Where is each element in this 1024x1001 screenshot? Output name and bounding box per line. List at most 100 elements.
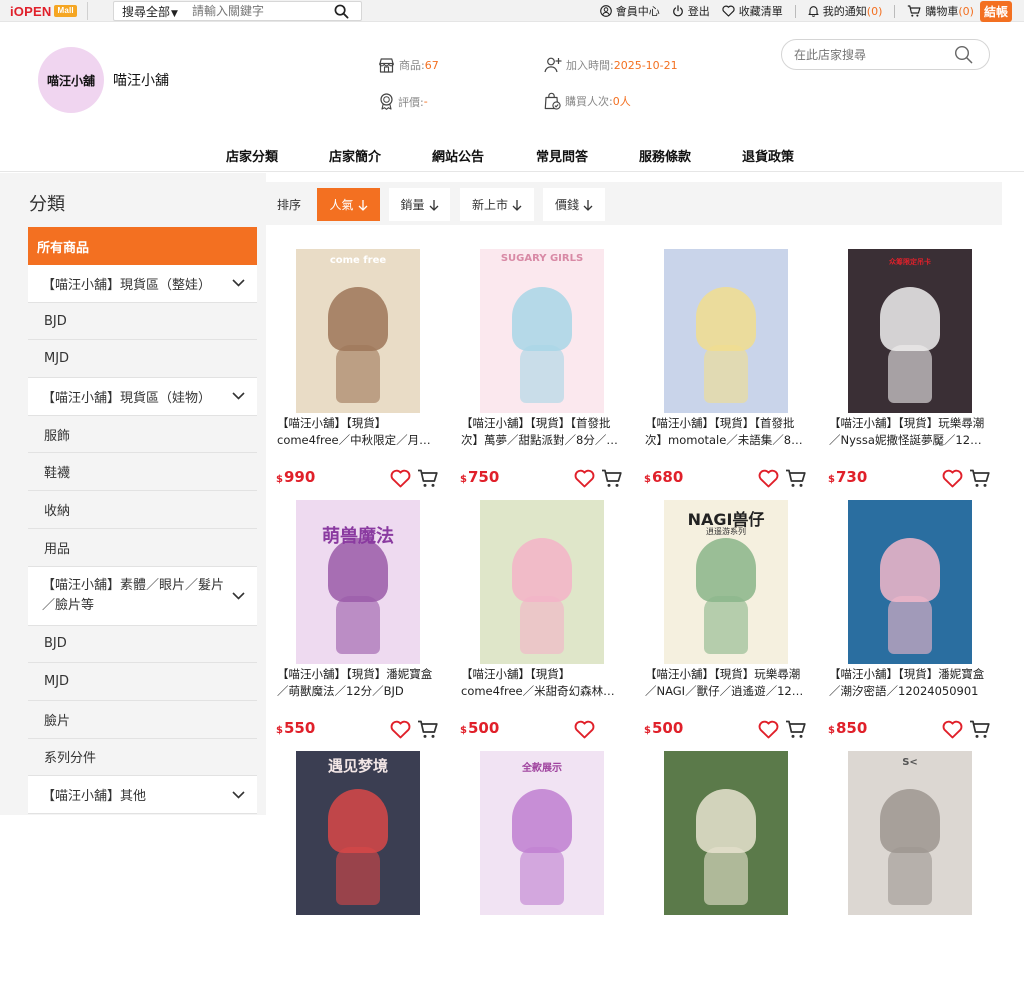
add-to-favorites-button[interactable] bbox=[574, 469, 595, 492]
category-group[interactable]: 【喵汪小舖】現貨區（整娃） bbox=[28, 265, 257, 303]
category-item[interactable]: 服飾 bbox=[28, 415, 257, 454]
checkout-button[interactable]: 結帳 bbox=[979, 0, 1012, 22]
product-card[interactable]: 众筹限定吊卡 【喵汪小舖】【現貨】玩樂尋潮 ／Nyssa妮撒怪誕夢魘／12分… $73… bbox=[828, 249, 992, 499]
notifications-link[interactable]: 我的通知 (0) bbox=[808, 3, 882, 19]
nav-store-categories[interactable]: 店家分類 bbox=[226, 146, 278, 165]
add-to-cart-button[interactable] bbox=[417, 469, 439, 492]
category-all-products[interactable]: 所有商品 bbox=[28, 227, 257, 265]
category-item[interactable]: MJD bbox=[28, 340, 257, 379]
product-image[interactable]: NAGI兽仔 逍遥游系列 bbox=[664, 500, 788, 664]
add-to-favorites-button[interactable] bbox=[758, 720, 779, 743]
add-to-cart-button[interactable] bbox=[969, 720, 991, 743]
search-icon[interactable] bbox=[954, 45, 973, 64]
add-to-favorites-button[interactable] bbox=[758, 469, 779, 492]
category-group[interactable]: 【喵汪小舖】其他 bbox=[28, 776, 257, 814]
product-card[interactable]: come free 【喵汪小舖】【現貨】 come4free／中秋限定／月綿… $99… bbox=[276, 249, 440, 499]
product-title[interactable]: 【喵汪小舖】【現貨】玩樂尋潮 ／Nyssa妮撒怪誕夢魘／12分… bbox=[829, 415, 991, 449]
favorites-link[interactable]: 收藏清單 bbox=[722, 3, 783, 19]
shop-avatar[interactable]: 喵汪小舖 bbox=[38, 47, 104, 113]
product-image-frame[interactable] bbox=[644, 751, 808, 915]
product-card[interactable]: S< bbox=[828, 751, 992, 1001]
category-item[interactable]: 收納 bbox=[28, 491, 257, 529]
product-image[interactable]: S< bbox=[848, 751, 972, 915]
site-logo[interactable]: iOPEN Mall bbox=[10, 3, 77, 19]
product-image[interactable]: 众筹限定吊卡 bbox=[848, 249, 972, 413]
category-item[interactable]: MJD bbox=[28, 663, 257, 701]
product-card[interactable]: 【喵汪小舖】【現貨】潘妮寶盒 ／潮汐密語／12024050901 $850 bbox=[828, 500, 992, 750]
product-image-frame[interactable]: 全款展示 bbox=[460, 751, 624, 915]
add-to-cart-button[interactable] bbox=[785, 720, 807, 743]
product-title[interactable]: 【喵汪小舖】【現貨】 come4free／米甜奇幻森林／… bbox=[461, 666, 623, 700]
nav-return-policy[interactable]: 退貨政策 bbox=[742, 146, 794, 165]
add-to-cart-button[interactable] bbox=[969, 469, 991, 492]
category-item[interactable]: BJD bbox=[28, 625, 257, 664]
search-input[interactable] bbox=[192, 2, 330, 20]
product-title[interactable]: 【喵汪小舖】【現貨】潘妮寶盒 ／潮汐密語／12024050901 bbox=[829, 666, 991, 700]
product-title[interactable] bbox=[461, 917, 623, 951]
product-image-frame[interactable]: S< bbox=[828, 751, 992, 915]
search-button[interactable] bbox=[330, 2, 352, 20]
add-to-favorites-button[interactable] bbox=[390, 469, 411, 492]
product-image[interactable] bbox=[480, 500, 604, 664]
product-card[interactable]: NAGI兽仔 逍遥游系列 【喵汪小舖】【現貨】玩樂尋潮 ／NAGI／獸仔／逍遙遊／12… bbox=[644, 500, 808, 750]
category-item[interactable]: 系列分件 bbox=[28, 738, 257, 777]
sort-popularity-button[interactable]: 人氣 bbox=[317, 188, 380, 221]
nav-store-intro[interactable]: 店家簡介 bbox=[329, 146, 381, 165]
product-image[interactable]: SUGARY GIRLS bbox=[480, 249, 604, 413]
category-group[interactable]: 【喵汪小舖】素體／眼片／髮片／臉片等 bbox=[28, 566, 257, 626]
chevron-down-icon[interactable] bbox=[232, 392, 245, 401]
nav-faq[interactable]: 常見問答 bbox=[536, 146, 588, 165]
product-image[interactable] bbox=[848, 500, 972, 664]
product-image-frame[interactable]: 遇见梦境 bbox=[276, 751, 440, 915]
add-to-cart-button[interactable] bbox=[601, 469, 623, 492]
product-title[interactable]: 【喵汪小舖】【現貨】 come4free／中秋限定／月綿… bbox=[277, 415, 439, 449]
product-image[interactable] bbox=[664, 249, 788, 413]
add-to-cart-button[interactable] bbox=[417, 720, 439, 743]
chevron-down-icon[interactable] bbox=[232, 791, 245, 799]
shop-name[interactable]: 喵汪小舖 bbox=[113, 70, 169, 90]
add-to-favorites-button[interactable] bbox=[942, 469, 963, 492]
product-title[interactable] bbox=[645, 917, 807, 951]
category-item[interactable]: 臉片 bbox=[28, 700, 257, 739]
product-card[interactable]: SUGARY GIRLS 【喵汪小舖】【現貨】【首發批 次】萬夢／甜點派對／8分／…… bbox=[460, 249, 624, 499]
add-to-favorites-button[interactable] bbox=[942, 720, 963, 743]
product-title[interactable] bbox=[829, 917, 991, 951]
chevron-down-icon[interactable] bbox=[232, 279, 245, 287]
product-image-frame[interactable] bbox=[828, 500, 992, 664]
product-image[interactable]: 萌兽魔法 bbox=[296, 500, 420, 664]
sort-sales-button[interactable]: 銷量 bbox=[389, 188, 450, 221]
search-category-select[interactable]: 搜尋全部▼ bbox=[114, 3, 192, 20]
member-center-link[interactable]: 會員中心 bbox=[599, 3, 660, 19]
product-image[interactable] bbox=[664, 751, 788, 915]
add-to-favorites-button[interactable] bbox=[390, 720, 411, 743]
product-image-frame[interactable]: 萌兽魔法 bbox=[276, 500, 440, 664]
product-image[interactable]: come free bbox=[296, 249, 420, 413]
category-item[interactable]: 鞋襪 bbox=[28, 453, 257, 492]
product-title[interactable]: 【喵汪小舖】【現貨】潘妮寶盒 ／萌獸魔法／12分／BJD bbox=[277, 666, 439, 700]
product-card[interactable] bbox=[644, 751, 808, 1001]
product-image-frame[interactable] bbox=[460, 500, 624, 664]
sort-price-button[interactable]: 價錢 bbox=[543, 188, 605, 221]
product-image[interactable]: 遇见梦境 bbox=[296, 751, 420, 915]
category-group[interactable]: 【喵汪小舖】現貨區（娃物） bbox=[28, 378, 257, 416]
product-title[interactable]: 【喵汪小舖】【現貨】玩樂尋潮 ／NAGI／獸仔／逍遙遊／12… bbox=[645, 666, 807, 700]
product-title[interactable]: 【喵汪小舖】【現貨】【首發批 次】momotale／未語集／8分… bbox=[645, 415, 807, 449]
product-card[interactable]: 【喵汪小舖】【現貨】 come4free／米甜奇幻森林／… $500 bbox=[460, 500, 624, 750]
add-to-favorites-button[interactable] bbox=[574, 720, 595, 743]
store-search-input[interactable] bbox=[794, 47, 954, 62]
product-image-frame[interactable]: 众筹限定吊卡 bbox=[828, 249, 992, 413]
product-image-frame[interactable]: NAGI兽仔 逍遥游系列 bbox=[644, 500, 808, 664]
category-item[interactable]: BJD bbox=[28, 302, 257, 341]
product-card[interactable]: 萌兽魔法 【喵汪小舖】【現貨】潘妮寶盒 ／萌獸魔法／12分／BJD $550 bbox=[276, 500, 440, 750]
product-title[interactable]: 【喵汪小舖】【現貨】【首發批 次】萬夢／甜點派對／8分／… bbox=[461, 415, 623, 449]
cart-link[interactable]: 購物車 (0) bbox=[907, 3, 974, 19]
chevron-down-icon[interactable] bbox=[232, 591, 245, 600]
nav-terms[interactable]: 服務條款 bbox=[639, 146, 691, 165]
category-item[interactable]: 用品 bbox=[28, 528, 257, 567]
product-card[interactable]: 遇见梦境 bbox=[276, 751, 440, 1001]
logout-link[interactable]: 登出 bbox=[672, 3, 710, 19]
add-to-cart-button[interactable] bbox=[785, 469, 807, 492]
product-card[interactable]: 全款展示 bbox=[460, 751, 624, 1001]
product-image-frame[interactable]: come free bbox=[276, 249, 440, 413]
nav-announcements[interactable]: 網站公告 bbox=[432, 146, 484, 165]
